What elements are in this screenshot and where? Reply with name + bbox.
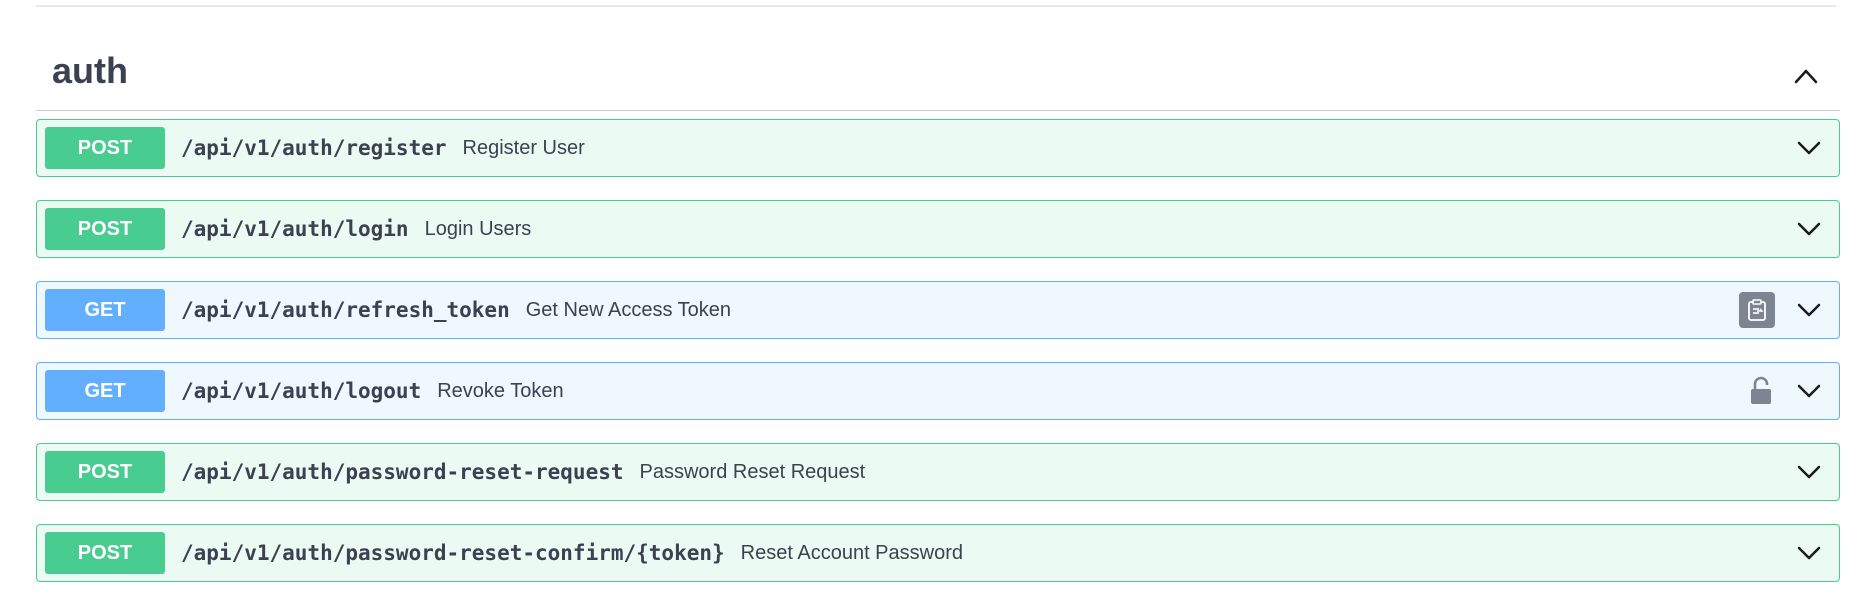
endpoint-summary: Get New Access Token xyxy=(525,298,732,321)
chevron-down-icon[interactable] xyxy=(1793,456,1825,488)
endpoint-path[interactable]: /api/v1/auth/refresh_token xyxy=(181,298,510,322)
method-badge: POST xyxy=(45,451,165,493)
method-badge: GET xyxy=(45,289,165,331)
endpoint-path[interactable]: /api/v1/auth/register xyxy=(181,136,447,160)
method-badge: POST xyxy=(45,127,165,169)
method-badge: POST xyxy=(45,532,165,574)
section-header[interactable]: auth xyxy=(36,36,1840,111)
auth-section: auth POST /api/v1/auth/register Register… xyxy=(36,36,1840,605)
unlocked-lock-icon[interactable] xyxy=(1747,373,1775,409)
operation-login[interactable]: POST /api/v1/auth/login Login Users xyxy=(36,200,1840,258)
section-title: auth xyxy=(52,50,128,91)
endpoint-path[interactable]: /api/v1/auth/logout xyxy=(181,379,421,403)
chevron-down-icon[interactable] xyxy=(1793,213,1825,245)
chevron-down-icon[interactable] xyxy=(1793,132,1825,164)
operation-register[interactable]: POST /api/v1/auth/register Register User xyxy=(36,119,1840,177)
endpoint-summary: Password Reset Request xyxy=(639,460,866,483)
endpoint-path[interactable]: /api/v1/auth/password-reset-request xyxy=(181,460,624,484)
copy-to-clipboard-icon[interactable] xyxy=(1739,292,1775,328)
operation-refresh-token[interactable]: GET /api/v1/auth/refresh_token Get New A… xyxy=(36,281,1840,339)
endpoint-summary: Revoke Token xyxy=(437,379,564,402)
chevron-down-icon[interactable] xyxy=(1793,537,1825,569)
endpoint-summary: Reset Account Password xyxy=(740,541,963,564)
endpoint-summary: Register User xyxy=(462,136,585,159)
operation-logout[interactable]: GET /api/v1/auth/logout Revoke Token xyxy=(36,362,1840,420)
operation-password-reset-confirm[interactable]: POST /api/v1/auth/password-reset-confirm… xyxy=(36,524,1840,582)
top-divider xyxy=(36,0,1836,7)
method-badge: POST xyxy=(45,208,165,250)
operation-password-reset-request[interactable]: POST /api/v1/auth/password-reset-request… xyxy=(36,443,1840,501)
endpoint-path[interactable]: /api/v1/auth/password-reset-confirm/{tok… xyxy=(181,541,725,565)
chevron-up-icon[interactable] xyxy=(1788,58,1824,94)
chevron-down-icon[interactable] xyxy=(1793,294,1825,326)
chevron-down-icon[interactable] xyxy=(1793,375,1825,407)
endpoint-path[interactable]: /api/v1/auth/login xyxy=(181,217,409,241)
method-badge: GET xyxy=(45,370,165,412)
endpoint-summary: Login Users xyxy=(424,217,532,240)
